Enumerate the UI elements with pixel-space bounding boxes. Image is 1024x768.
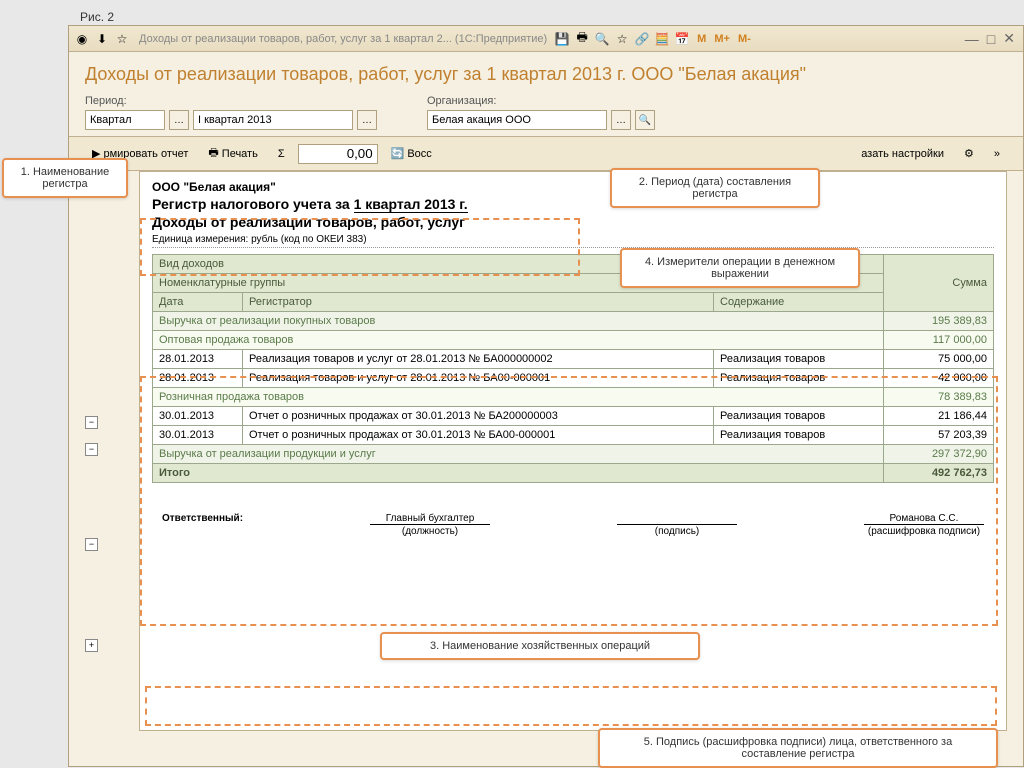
th-sum: Сумма	[884, 255, 994, 312]
settings-icon[interactable]: ⚙	[957, 144, 981, 163]
back-icon[interactable]: ⬇	[93, 30, 111, 48]
collapse-icon[interactable]: −	[85, 538, 98, 551]
report-unit: Единица измерения: рубль (код по ОКЕИ 38…	[152, 234, 994, 248]
tree-column: − − − +	[85, 306, 135, 658]
position-caption: (должность)	[370, 524, 490, 537]
responsible-label: Ответственный:	[162, 513, 243, 524]
page-title: Доходы от реализации товаров, работ, усл…	[69, 52, 1023, 95]
sigma-button[interactable]: Σ	[271, 145, 292, 163]
table-row[interactable]: 28.01.2013Реализация товаров и услуг от …	[153, 369, 994, 388]
period-type-input[interactable]: Квартал	[85, 110, 165, 130]
collapse-icon[interactable]: −	[85, 416, 98, 429]
table-row[interactable]: 30.01.2013Отчет о розничных продажах от …	[153, 407, 994, 426]
expand-icon[interactable]: +	[85, 639, 98, 652]
table-row[interactable]: Оптовая продажа товаров117 000,00	[153, 331, 994, 350]
minimize-icon[interactable]: —	[961, 31, 983, 47]
figure-label: Рис. 2	[80, 10, 114, 24]
org-input[interactable]: Белая акация ООО	[427, 110, 607, 130]
restore-button[interactable]: 🔄 Восс	[384, 144, 439, 163]
callout-2: 2. Период (дата) составления регистра	[610, 168, 820, 208]
period-label: Период:	[85, 95, 377, 107]
report-reg-period: 1 квартал 2013 г.	[354, 196, 468, 213]
org-search-icon[interactable]: 🔍	[635, 110, 655, 130]
report-table: Вид доходовСумма Номенклатурные группы Д…	[152, 254, 994, 483]
period-value-input[interactable]: I квартал 2013	[193, 110, 353, 130]
print-button[interactable]: 🖶 Печать	[201, 141, 264, 166]
restore-label: Восс	[407, 148, 431, 160]
table-row[interactable]: 30.01.2013Отчет о розничных продажах от …	[153, 426, 994, 445]
cal-icon[interactable]: 📅	[673, 30, 691, 48]
callout-1: 1. Наименование регистра	[2, 158, 128, 198]
report-register-line: Регистр налогового учета за 1 квартал 20…	[152, 196, 994, 212]
mem-m-button[interactable]: M	[693, 33, 710, 45]
callout-5: 5. Подпись (расшифровка подписи) лица, о…	[598, 728, 998, 768]
org-label: Организация:	[427, 95, 655, 107]
more-icon[interactable]: »	[987, 145, 1007, 163]
report-subtitle: Доходы от реализации товаров, работ, усл…	[152, 214, 994, 230]
toolbar: ▶ рмировать отчет 🖶 Печать Σ 🔄 Восс азат…	[69, 136, 1023, 171]
signature-row: Ответственный: Главный бухгалтер (должно…	[152, 513, 994, 537]
table-row[interactable]: Розничная продажа товаров78 389,83	[153, 388, 994, 407]
period-type-picker[interactable]: …	[169, 110, 189, 130]
print-icon[interactable]: 🖶	[573, 30, 591, 48]
close-icon[interactable]: ✕	[999, 30, 1019, 47]
print-label: Печать	[222, 148, 258, 160]
th-date: Дата	[153, 293, 243, 312]
titlebar: ◉ ⬇ ☆ Доходы от реализации товаров, рабо…	[69, 26, 1023, 52]
th-registrator: Регистратор	[243, 293, 714, 312]
app-icon: ◉	[73, 30, 91, 48]
maximize-icon[interactable]: □	[983, 31, 999, 47]
window-title: Доходы от реализации товаров, работ, усл…	[139, 33, 547, 45]
calc-icon[interactable]: 🧮	[653, 30, 671, 48]
callout-4: 4. Измерители операции в денежном выраже…	[620, 248, 860, 288]
table-row[interactable]: Выручка от реализации продукции и услуг2…	[153, 445, 994, 464]
report-reg-prefix: Регистр налогового учета за	[152, 196, 354, 212]
report-org: ООО "Белая акация"	[152, 180, 994, 194]
callout-3: 3. Наименование хозяйственных операций	[380, 632, 700, 660]
position-value: Главный бухгалтер	[386, 513, 475, 524]
name-value: Романова С.С.	[890, 513, 959, 524]
fav-star-icon[interactable]: ☆	[113, 30, 131, 48]
link-icon[interactable]: 🔗	[633, 30, 651, 48]
save-icon[interactable]: 💾	[553, 30, 571, 48]
mem-mplus-button[interactable]: M+	[710, 33, 734, 45]
star2-icon[interactable]: ☆	[613, 30, 631, 48]
show-settings-button[interactable]: азать настройки	[854, 145, 951, 163]
table-row[interactable]: 28.01.2013Реализация товаров и услуг от …	[153, 350, 994, 369]
filters-row: Период: Квартал … I квартал 2013 … Орган…	[69, 95, 1023, 136]
th-content: Содержание	[714, 293, 884, 312]
period-value-picker[interactable]: …	[357, 110, 377, 130]
show-settings-label: азать настройки	[861, 148, 944, 160]
sign-caption: (подпись)	[617, 524, 737, 537]
sum-display[interactable]	[298, 144, 378, 164]
table-row[interactable]: Итого492 762,73	[153, 464, 994, 483]
preview-icon[interactable]: 🔍	[593, 30, 611, 48]
mem-mminus-button[interactable]: M-	[734, 33, 755, 45]
org-picker[interactable]: …	[611, 110, 631, 130]
collapse-icon[interactable]: −	[85, 443, 98, 456]
name-caption: (расшифровка подписи)	[864, 524, 984, 537]
table-row[interactable]: Выручка от реализации покупных товаров19…	[153, 312, 994, 331]
